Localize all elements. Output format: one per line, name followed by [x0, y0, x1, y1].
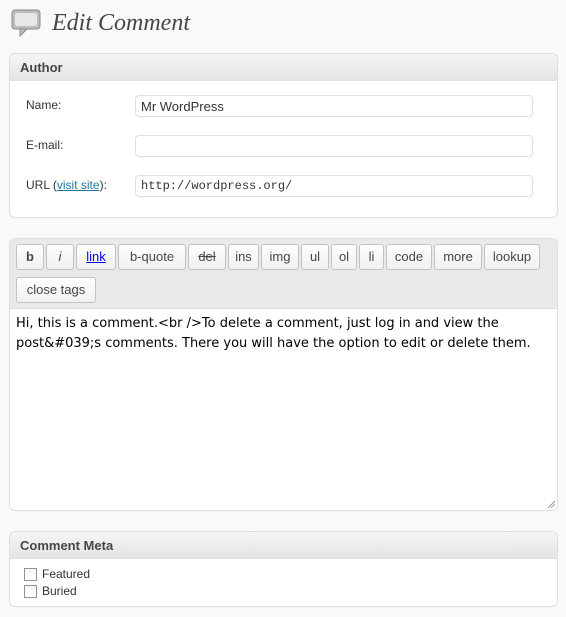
edit-comment-page: Edit Comment Author Name: Mr WordPress E… — [0, 0, 566, 617]
buried-checkbox[interactable] — [24, 584, 37, 598]
url-label-suffix: ): — [99, 178, 107, 192]
url-field[interactable]: http://wordpress.org/ — [135, 175, 533, 197]
italic-button[interactable]: i — [46, 244, 74, 270]
bold-button[interactable]: b — [16, 244, 44, 270]
li-button[interactable]: li — [359, 244, 384, 270]
comment-meta-box: Comment Meta Featured Buried — [9, 531, 558, 607]
buried-label: Buried — [42, 584, 77, 598]
resize-grip-icon[interactable] — [547, 500, 555, 508]
name-label: Name: — [26, 98, 62, 112]
lookup-button[interactable]: lookup — [484, 244, 540, 270]
featured-checkbox[interactable] — [24, 567, 37, 581]
email-label: E-mail: — [26, 138, 64, 152]
ol-button[interactable]: ol — [331, 244, 357, 270]
ins-button[interactable]: ins — [228, 244, 259, 270]
email-field[interactable] — [135, 135, 533, 157]
comment-meta-header: Comment Meta — [10, 532, 557, 559]
author-box-header: Author — [10, 54, 557, 81]
blockquote-button[interactable]: b-quote — [118, 244, 186, 270]
name-field[interactable]: Mr WordPress — [135, 95, 533, 117]
featured-label: Featured — [42, 567, 91, 581]
url-label: URL (visit site): — [26, 178, 107, 192]
author-box: Author Name: Mr WordPress E-mail: URL (v… — [9, 53, 558, 218]
url-label-prefix: URL ( — [26, 178, 57, 192]
featured-option: Featured — [24, 566, 90, 582]
page-header: Edit Comment — [10, 5, 190, 41]
page-title: Edit Comment — [52, 9, 190, 36]
quicktags-toolbar: b i link b-quote del ins img ul ol li co… — [10, 239, 557, 309]
del-button[interactable]: del — [188, 244, 226, 270]
visit-site-link[interactable]: visit site — [57, 178, 100, 192]
email-row: E-mail: — [26, 135, 541, 157]
comment-content-textarea[interactable]: Hi, this is a comment.<br />To delete a … — [10, 309, 557, 510]
comment-editor-box: b i link b-quote del ins img ul ol li co… — [9, 238, 558, 511]
close-tags-button[interactable]: close tags — [16, 277, 96, 303]
link-button[interactable]: link — [76, 244, 116, 270]
name-row: Name: Mr WordPress — [26, 95, 541, 117]
img-button[interactable]: img — [261, 244, 299, 270]
comment-bubble-icon — [11, 9, 41, 38]
url-row: URL (visit site): http://wordpress.org/ — [26, 175, 541, 197]
buried-option: Buried — [24, 583, 77, 599]
ul-button[interactable]: ul — [301, 244, 329, 270]
more-button[interactable]: more — [434, 244, 482, 270]
code-button[interactable]: code — [386, 244, 432, 270]
